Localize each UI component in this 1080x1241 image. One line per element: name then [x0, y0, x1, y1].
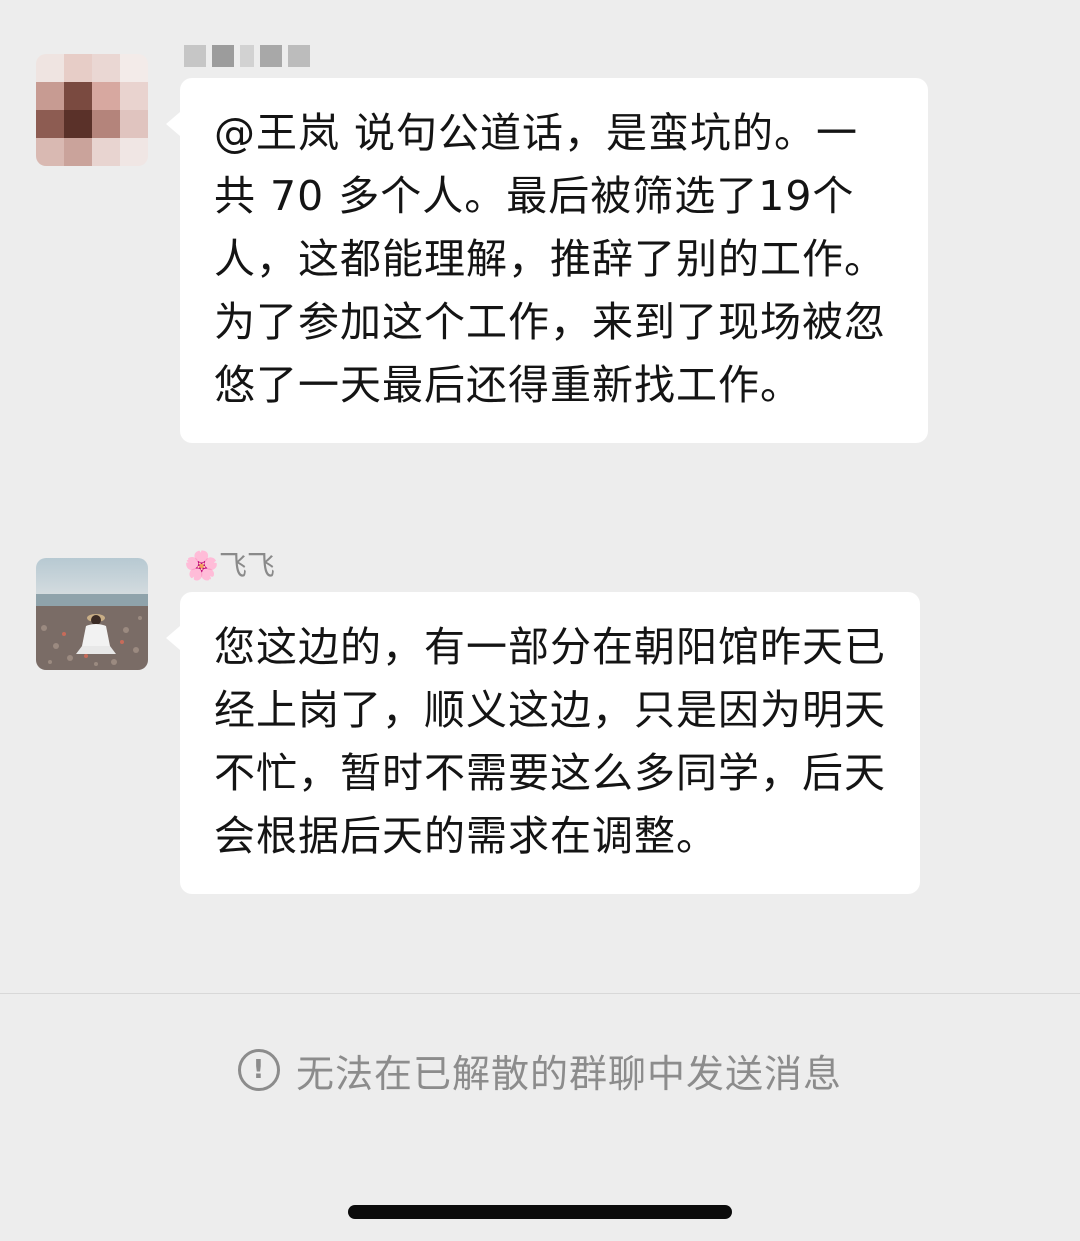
message-text: 您这边的，有一部分在朝阳馆昨天已经上岗了，顺义这边，只是因为明天不忙，暂时不需要…: [214, 623, 886, 860]
divider: [0, 993, 1080, 994]
disbanded-group-notice: ! 无法在已解散的群聊中发送消息: [0, 1040, 1080, 1100]
avatar[interactable]: [36, 54, 148, 166]
info-icon: !: [237, 1049, 280, 1091]
redacted-name: [184, 45, 310, 67]
message-bubble[interactable]: @王岚 说句公道话，是蛮坑的。一共 70 多个人。最后被筛选了19个人，这都能理…: [166, 78, 928, 443]
message-text: @王岚 说句公道话，是蛮坑的。一共 70 多个人。最后被筛选了19个人，这都能理…: [214, 109, 886, 409]
avatar-photo: [36, 558, 148, 670]
message-bubble[interactable]: 您这边的，有一部分在朝阳馆昨天已经上岗了，顺义这边，只是因为明天不忙，暂时不需要…: [166, 592, 920, 894]
home-indicator[interactable]: [348, 1205, 732, 1219]
notice-text: 无法在已解散的群聊中发送消息: [295, 1051, 842, 1096]
chat-area: @王岚 说句公道话，是蛮坑的。一共 70 多个人。最后被筛选了19个人，这都能理…: [0, 0, 1080, 994]
sender-name: 🌸飞飞: [184, 546, 275, 586]
sender-name-text: 🌸飞飞: [184, 549, 275, 582]
sender-name: [184, 36, 310, 76]
avatar[interactable]: [36, 558, 148, 670]
